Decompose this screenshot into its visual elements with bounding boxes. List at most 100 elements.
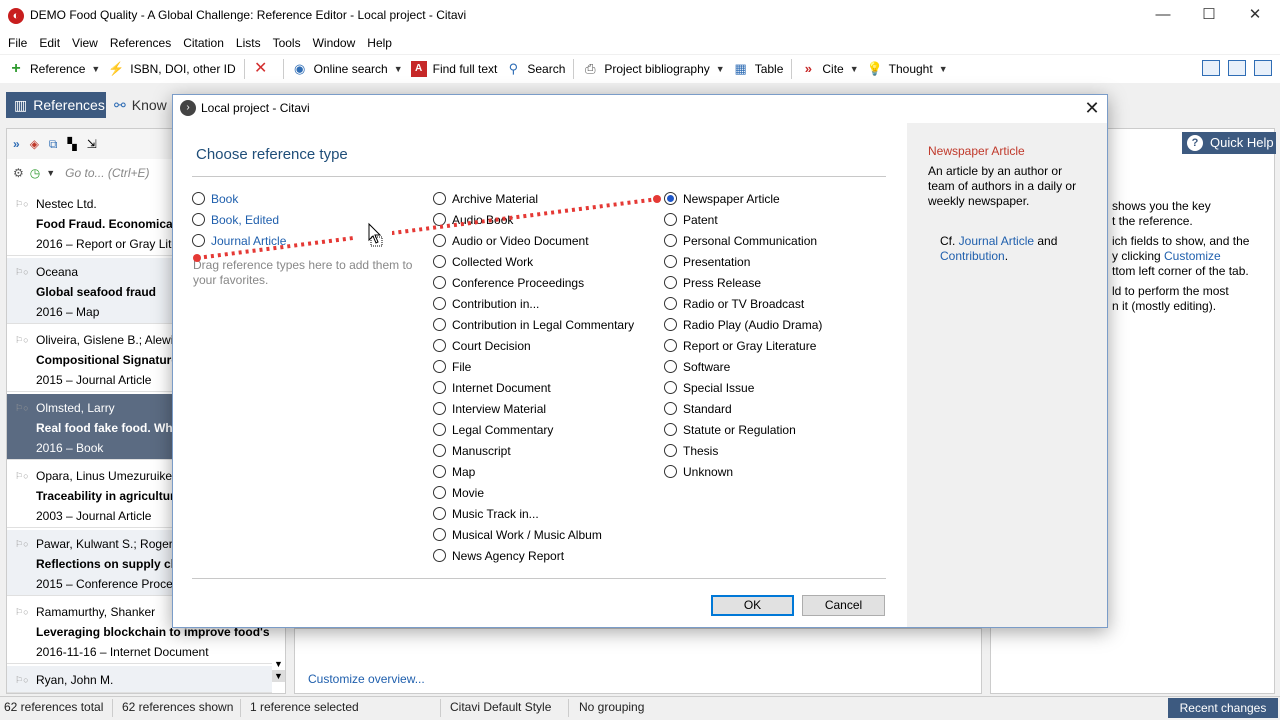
reference-type-option[interactable]: Map: [433, 461, 475, 482]
tab-references[interactable]: ▥ References: [6, 92, 106, 118]
radio-button[interactable]: [664, 423, 677, 436]
radio-button[interactable]: [192, 192, 205, 205]
chevron-down-icon[interactable]: ▼: [91, 64, 100, 74]
table-button[interactable]: ▦ Table: [729, 57, 788, 81]
ok-button[interactable]: OK: [711, 595, 794, 616]
radio-button[interactable]: [433, 465, 446, 478]
reference-type-option[interactable]: Software: [664, 356, 730, 377]
group-icon[interactable]: ▚: [68, 137, 77, 151]
reference-type-option[interactable]: Journal Article: [192, 230, 286, 251]
cancel-button[interactable]: Cancel: [802, 595, 885, 616]
reference-type-option[interactable]: Book, Edited: [192, 209, 279, 230]
export-icon[interactable]: ⇲: [87, 137, 97, 151]
menu-lists[interactable]: Lists: [230, 33, 267, 53]
scroll-bottom-icon[interactable]: ▼: [272, 670, 285, 682]
radio-button[interactable]: [433, 528, 446, 541]
reference-type-option[interactable]: Press Release: [664, 272, 761, 293]
radio-button[interactable]: [664, 402, 677, 415]
reference-type-option[interactable]: Music Track in...: [433, 503, 539, 524]
layout-two-pane-button[interactable]: [1228, 60, 1246, 76]
reference-type-option[interactable]: Internet Document: [433, 377, 551, 398]
cite-button[interactable]: » Cite ▼: [796, 57, 862, 81]
chevron-down-icon[interactable]: ▼: [716, 64, 725, 74]
radio-button[interactable]: [433, 318, 446, 331]
recent-changes-button[interactable]: Recent changes: [1168, 698, 1278, 718]
radio-button[interactable]: [433, 297, 446, 310]
maximize-button[interactable]: ☐: [1186, 0, 1232, 32]
journal-article-link[interactable]: Journal Article: [959, 234, 1034, 248]
reference-type-option[interactable]: Audio or Video Document: [433, 230, 589, 251]
radio-button[interactable]: [664, 297, 677, 310]
reference-type-option[interactable]: Interview Material: [433, 398, 546, 419]
history-icon[interactable]: ◷: [30, 166, 40, 180]
chevron-down-icon[interactable]: ▼: [850, 64, 859, 74]
radio-button[interactable]: [433, 213, 446, 226]
reference-type-option[interactable]: Special Issue: [664, 377, 754, 398]
radio-button[interactable]: [433, 549, 446, 562]
radio-button[interactable]: [433, 402, 446, 415]
project-bibliography-button[interactable]: ⎙ Project bibliography ▼: [578, 57, 728, 81]
reference-type-option[interactable]: Collected Work: [433, 251, 533, 272]
contribution-link[interactable]: Contribution: [940, 249, 1005, 263]
radio-button[interactable]: [433, 255, 446, 268]
radio-button[interactable]: [433, 360, 446, 373]
reference-type-option[interactable]: Contribution in...: [433, 293, 539, 314]
reference-type-option[interactable]: Patent: [664, 209, 718, 230]
radio-button[interactable]: [192, 213, 205, 226]
customize-overview-link[interactable]: Customize overview...: [308, 672, 425, 686]
radio-button[interactable]: [433, 507, 446, 520]
radio-button[interactable]: [664, 318, 677, 331]
radio-button[interactable]: [433, 276, 446, 289]
radio-button-checked[interactable]: [664, 192, 677, 205]
reference-type-option[interactable]: Legal Commentary: [433, 419, 553, 440]
reference-type-option[interactable]: Book: [192, 188, 238, 209]
radio-button[interactable]: [433, 234, 446, 247]
radio-button[interactable]: [664, 360, 677, 373]
delete-button[interactable]: ✕: [249, 57, 279, 81]
radio-button[interactable]: [433, 381, 446, 394]
reference-type-option[interactable]: Statute or Regulation: [664, 419, 796, 440]
reference-type-option[interactable]: Standard: [664, 398, 732, 419]
reference-type-option[interactable]: Thesis: [664, 440, 718, 461]
radio-button[interactable]: [664, 444, 677, 457]
menu-edit[interactable]: Edit: [33, 33, 66, 53]
radio-button[interactable]: [433, 423, 446, 436]
dialog-close-button[interactable]: ✕: [1080, 96, 1104, 120]
radio-button[interactable]: [664, 339, 677, 352]
reference-type-option[interactable]: Radio Play (Audio Drama): [664, 314, 822, 335]
radio-button[interactable]: [664, 381, 677, 394]
menu-tools[interactable]: Tools: [267, 33, 307, 53]
online-search-button[interactable]: ◉ Online search ▼: [288, 57, 407, 81]
isbn-doi-button[interactable]: ⚡ ISBN, DOI, other ID: [104, 57, 239, 81]
reference-type-option[interactable]: Contribution in Legal Commentary: [433, 314, 634, 335]
close-window-button[interactable]: ✕: [1232, 0, 1278, 32]
edit-tags-icon[interactable]: ◈: [30, 137, 39, 151]
quick-help-customize-link[interactable]: Customize: [1164, 249, 1221, 263]
radio-button[interactable]: [664, 255, 677, 268]
search-button[interactable]: ⚲ Search: [501, 57, 569, 81]
menu-file[interactable]: File: [2, 33, 33, 53]
reference-type-option[interactable]: News Agency Report: [433, 545, 564, 566]
reference-type-option[interactable]: Presentation: [664, 251, 750, 272]
menu-window[interactable]: Window: [307, 33, 362, 53]
scroll-down-icon[interactable]: ▼: [272, 658, 285, 670]
radio-button[interactable]: [664, 276, 677, 289]
grouping-selector[interactable]: No grouping: [579, 700, 644, 714]
radio-button[interactable]: [664, 465, 677, 478]
copy-references-icon[interactable]: ⧉: [49, 137, 58, 152]
radio-button[interactable]: [433, 339, 446, 352]
reference-type-option[interactable]: File: [433, 356, 471, 377]
reference-type-option[interactable]: Report or Gray Literature: [664, 335, 816, 356]
radio-button[interactable]: [433, 444, 446, 457]
reference-type-option[interactable]: Conference Proceedings: [433, 272, 584, 293]
layout-three-pane-button[interactable]: [1254, 60, 1272, 76]
add-reference-button[interactable]: + Reference ▼: [4, 57, 104, 81]
reference-type-option[interactable]: Movie: [433, 482, 484, 503]
minimize-button[interactable]: —: [1140, 0, 1186, 32]
settings-gear-icon[interactable]: ⚙: [13, 166, 24, 180]
menu-help[interactable]: Help: [361, 33, 398, 53]
reference-type-option[interactable]: Archive Material: [433, 188, 538, 209]
radio-button[interactable]: [433, 486, 446, 499]
list-scrollbar[interactable]: ▼ ▼: [272, 658, 285, 694]
reference-type-option[interactable]: Audio Book: [433, 209, 513, 230]
